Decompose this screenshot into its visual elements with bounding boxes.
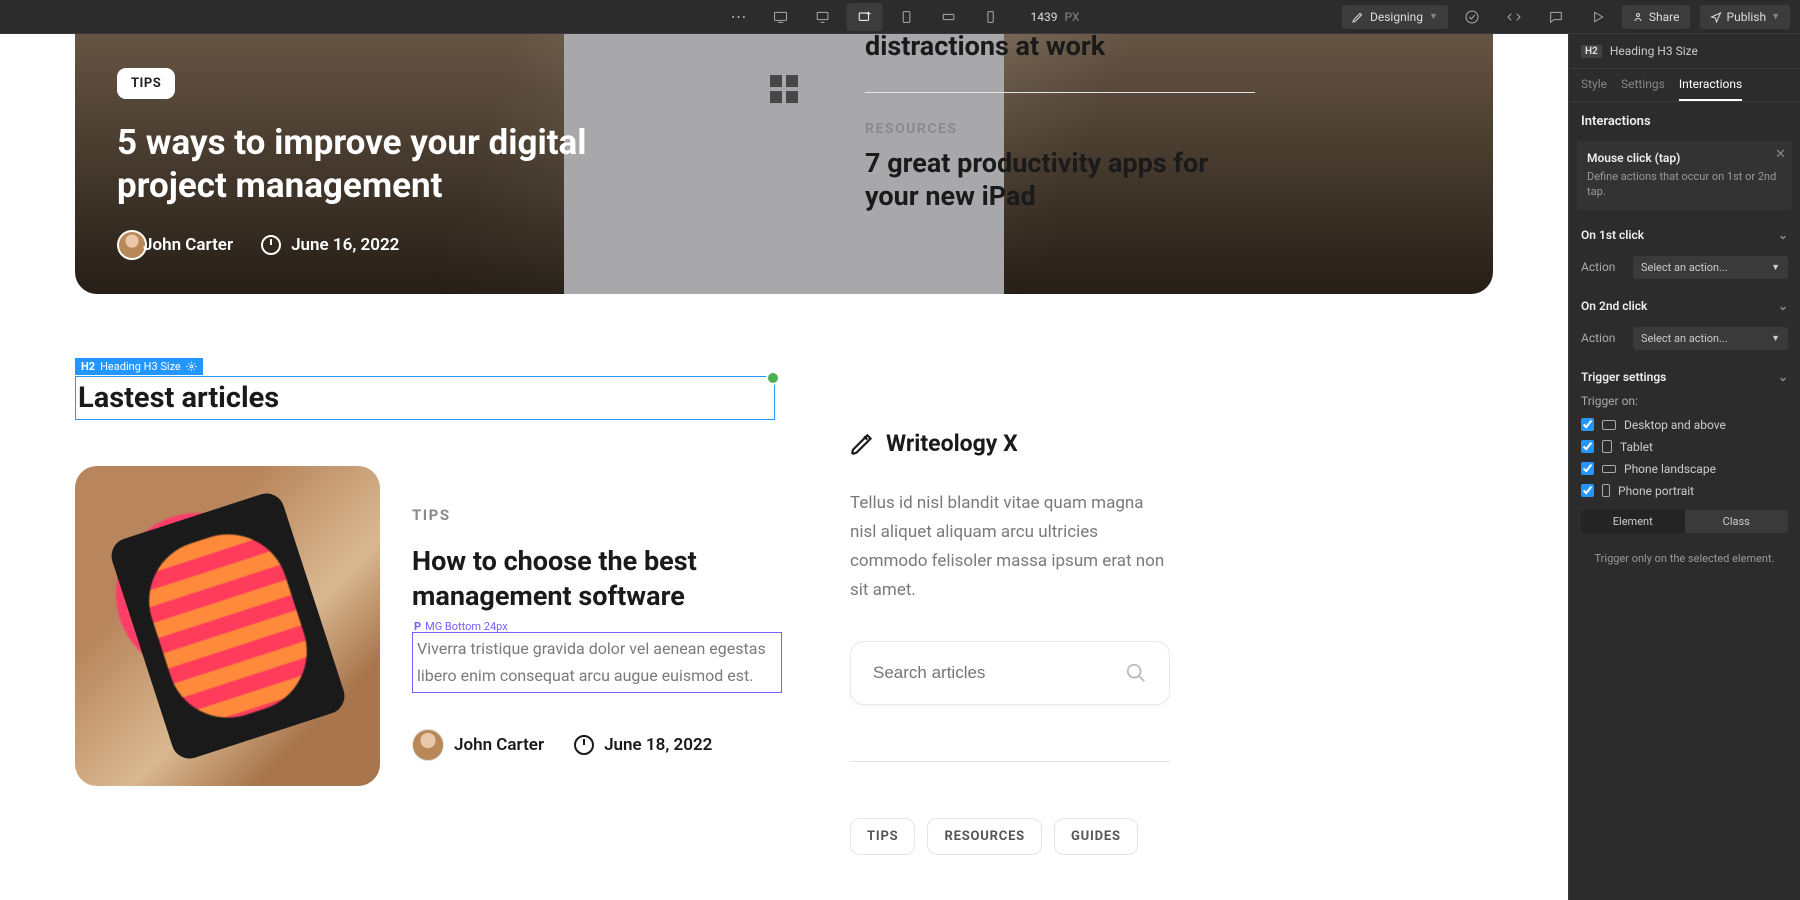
breakpoint-phone-landscape-icon[interactable] — [931, 3, 967, 31]
breakpoint-desktop-icon[interactable] — [805, 3, 841, 31]
add-handle-icon[interactable] — [766, 371, 780, 385]
action-select-1[interactable]: Select an action...▼ — [1633, 256, 1788, 279]
search-input[interactable] — [873, 663, 1073, 683]
article-author[interactable]: John Carter — [412, 729, 544, 761]
hero-card[interactable]: TIPS 5 ways to improve your digital proj… — [75, 34, 1493, 294]
trigger-card[interactable]: Mouse click (tap) Define actions that oc… — [1577, 141, 1792, 210]
hero-author[interactable]: John Carter — [117, 230, 233, 260]
article-date: June 18, 2022 — [574, 735, 712, 755]
phone-portrait-icon — [1602, 484, 1610, 497]
on-first-click-section[interactable]: On 1st click — [1569, 218, 1800, 252]
help-text: Trigger only on the selected element. — [1569, 541, 1800, 576]
gear-icon[interactable] — [186, 361, 197, 372]
tab-interactions[interactable]: Interactions — [1679, 77, 1742, 101]
preview-play-icon[interactable] — [1580, 3, 1616, 31]
article-thumbnail[interactable] — [75, 466, 380, 786]
selection-label[interactable]: H2 Heading H3 Size — [75, 358, 203, 375]
tab-settings[interactable]: Settings — [1621, 77, 1665, 101]
right-panel: H2 Heading H3 Size Style Settings Intera… — [1568, 34, 1800, 900]
search-icon[interactable] — [1125, 662, 1147, 684]
section-interactions: Interactions — [1569, 102, 1800, 141]
widget-description: Tellus id nisl blandit vitae quam magna … — [850, 489, 1170, 605]
hero-title: 5 ways to improve your digital project m… — [117, 121, 677, 209]
device-checkbox-desktop[interactable]: Desktop and above — [1569, 414, 1800, 436]
share-button[interactable]: Share — [1622, 5, 1690, 29]
element-label[interactable]: P MG Bottom 24px — [414, 620, 784, 633]
toggle-element[interactable]: Element — [1581, 510, 1685, 533]
trigger-scope-toggle[interactable]: Element Class — [1581, 510, 1788, 533]
hero-date: June 16, 2022 — [261, 235, 399, 255]
trigger-on-label: Trigger on: — [1569, 394, 1800, 414]
article-category[interactable]: TIPS — [412, 506, 782, 524]
clock-icon — [574, 735, 594, 755]
top-toolbar: ⋯ 1439 PX Designing ▼ Share Publish ▼ — [0, 0, 1800, 34]
panel-breadcrumb[interactable]: H2 Heading H3 Size — [1569, 34, 1800, 69]
section-heading[interactable]: Lastest articles — [76, 377, 774, 419]
brand-logo[interactable]: Writeology X — [850, 430, 1170, 457]
device-checkbox-phone-portrait[interactable]: Phone portrait — [1569, 480, 1800, 502]
clock-icon — [261, 235, 281, 255]
desktop-icon — [1602, 420, 1616, 430]
search-box[interactable] — [850, 641, 1170, 705]
trigger-settings-section[interactable]: Trigger settings — [1569, 360, 1800, 394]
comment-icon[interactable] — [1538, 3, 1574, 31]
breakpoint-tablet-icon[interactable] — [889, 3, 925, 31]
menu-more-icon[interactable]: ⋯ — [721, 3, 757, 31]
close-icon[interactable]: ✕ — [1775, 147, 1786, 162]
hero-tag[interactable]: TIPS — [117, 68, 175, 99]
mode-switcher[interactable]: Designing ▼ — [1342, 5, 1448, 29]
side-article[interactable]: 5 tips to avoid internet distractions at… — [865, 34, 1255, 93]
canvas[interactable]: TIPS 5 ways to improve your digital proj… — [0, 34, 1568, 900]
device-checkbox-phone-landscape[interactable]: Phone landscape — [1569, 458, 1800, 480]
tag-chip[interactable]: GUIDES — [1054, 818, 1138, 855]
action-select-2[interactable]: Select an action...▼ — [1633, 327, 1788, 350]
tab-style[interactable]: Style — [1581, 77, 1607, 101]
canvas-width-readout[interactable]: 1439 PX — [1027, 10, 1080, 24]
breakpoint-phone-icon[interactable] — [973, 3, 1009, 31]
side-article[interactable]: RESOURCES 7 great productivity apps for … — [865, 121, 1255, 243]
avatar — [412, 729, 444, 761]
breakpoint-desktop-large-icon[interactable] — [763, 3, 799, 31]
breakpoint-add-icon[interactable] — [847, 3, 883, 31]
phone-landscape-icon — [1602, 465, 1616, 473]
code-icon[interactable] — [1496, 3, 1532, 31]
on-second-click-section[interactable]: On 2nd click — [1569, 289, 1800, 323]
article-title[interactable]: How to choose the best management softwa… — [412, 544, 782, 614]
tablet-icon — [1602, 440, 1612, 453]
publish-button[interactable]: Publish ▼ — [1700, 5, 1790, 29]
toggle-class[interactable]: Class — [1685, 510, 1789, 533]
tag-chip[interactable]: RESOURCES — [927, 818, 1042, 855]
pen-icon — [850, 431, 876, 457]
check-icon[interactable] — [1454, 3, 1490, 31]
article-description[interactable]: Viverra tristique gravida dolor vel aene… — [412, 632, 782, 692]
device-checkbox-tablet[interactable]: Tablet — [1569, 436, 1800, 458]
tag-chip[interactable]: TIPS — [850, 818, 915, 855]
